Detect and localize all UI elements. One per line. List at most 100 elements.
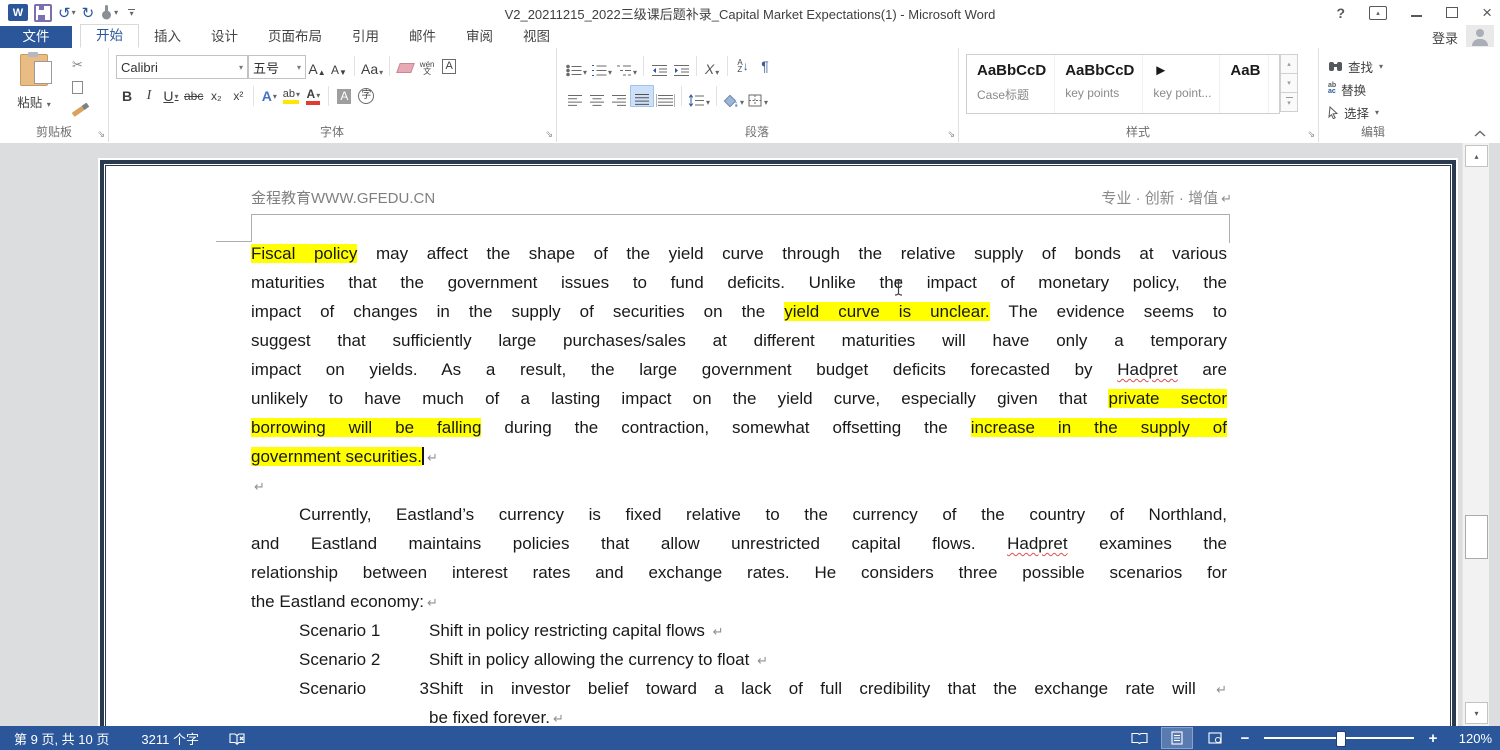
shrink-font-button[interactable]: A▼ (328, 55, 350, 77)
read-mode-button[interactable] (1124, 728, 1154, 748)
italic-button[interactable]: I (138, 85, 160, 107)
word-count-indicator[interactable]: 3211 个字 (141, 729, 199, 748)
decrease-indent-button[interactable] (648, 55, 670, 77)
numbering-button[interactable]: ▾ (589, 55, 614, 77)
style-item[interactable]: AaB (1220, 55, 1269, 113)
page[interactable]: 金程教育WWW.GFEDU.CN 专业 · 创新 · 增值↵ Fiscal po… (98, 158, 1458, 726)
align-right-button[interactable] (608, 85, 630, 107)
paragraph-dialog-launcher[interactable]: ⇘ (947, 130, 955, 139)
text-run: relationship between interest rates and … (251, 563, 1227, 582)
replace-button[interactable]: abac 替换 (1328, 79, 1366, 99)
font-name-combo[interactable]: Calibri▾ (116, 55, 248, 79)
chevron-down-icon[interactable]: ▾ (239, 63, 243, 72)
clear-formatting-button[interactable] (394, 55, 416, 77)
asian-layout-button[interactable]: X▾ (701, 55, 723, 77)
close-button[interactable]: × (1482, 3, 1492, 23)
zoom-level[interactable]: 120% (1448, 731, 1492, 746)
print-layout-button[interactable] (1162, 728, 1192, 748)
styles-scroll-up-button[interactable]: ▴ (1280, 54, 1298, 74)
strikethrough-button[interactable]: abc (182, 85, 205, 107)
change-case-button[interactable]: Aa▾ (359, 55, 385, 77)
line-spacing-button[interactable]: ▾ (686, 85, 712, 107)
restore-button[interactable] (1446, 7, 1458, 18)
styles-dialog-launcher[interactable]: ⇘ (1307, 130, 1315, 139)
help-button[interactable]: ? (1337, 5, 1346, 21)
align-center-button[interactable] (586, 85, 608, 107)
save-button[interactable] (34, 3, 52, 23)
tab-home[interactable]: 开始 (80, 24, 139, 48)
tab-insert[interactable]: 插入 (139, 26, 196, 48)
tab-view[interactable]: 视图 (508, 26, 565, 48)
style-item[interactable]: ►key point... (1143, 55, 1220, 113)
grow-font-button[interactable]: A▲ (306, 55, 328, 77)
proofing-status-button[interactable] (229, 732, 246, 745)
quick-access-toolbar: W ↺▾ ↻ ▾ ▾ (0, 3, 135, 23)
tab-design[interactable]: 设计 (196, 26, 253, 48)
collapse-ribbon-button[interactable] (1474, 130, 1486, 137)
show-marks-button[interactable]: ¶ (754, 55, 776, 77)
sign-in-link[interactable]: 登录 (1432, 28, 1458, 47)
scrollbar-thumb[interactable] (1465, 515, 1488, 559)
text-line: Fiscal policy may affect the shape of th… (251, 239, 1227, 268)
vertical-scrollbar[interactable]: ▴ ▾ (1462, 143, 1489, 726)
tab-page-layout[interactable]: 页面布局 (253, 26, 337, 48)
align-left-button[interactable] (564, 85, 586, 107)
ribbon-display-options-button[interactable]: ▴ (1369, 6, 1387, 20)
select-button[interactable]: 选择▾ (1328, 102, 1379, 122)
superscript-button[interactable]: x² (227, 85, 249, 107)
tab-references[interactable]: 引用 (337, 26, 394, 48)
font-size-combo[interactable]: 五号▾ (248, 55, 306, 79)
touch-mode-button[interactable]: ▾ (100, 3, 118, 23)
cut-button[interactable]: ✂ (72, 56, 83, 74)
redo-button[interactable]: ↻ (82, 3, 95, 23)
tab-mailings[interactable]: 邮件 (394, 26, 451, 48)
font-color-button[interactable]: A▾ (302, 85, 324, 107)
distribute-button[interactable] (654, 85, 677, 107)
styles-more-button[interactable]: ▾ (1280, 93, 1298, 112)
zoom-in-button[interactable]: + (1426, 730, 1440, 747)
sort-button[interactable]: AZ ↓ (732, 55, 754, 77)
scroll-up-button[interactable]: ▴ (1465, 145, 1488, 167)
document-body[interactable]: Fiscal policy may affect the shape of th… (251, 239, 1227, 726)
style-item[interactable]: AaBbCcDkey points (1055, 55, 1143, 113)
style-item[interactable]: AaBbCcDCase标题 (967, 55, 1055, 113)
account-avatar[interactable] (1466, 25, 1494, 47)
text-highlight-button[interactable]: ab▾ (280, 85, 302, 107)
minimize-button[interactable] (1411, 9, 1422, 17)
zoom-out-button[interactable]: − (1238, 730, 1252, 747)
zoom-slider-thumb[interactable] (1336, 731, 1346, 747)
subscript-button[interactable]: x₂ (205, 85, 227, 107)
word-logo-icon[interactable]: W (8, 4, 28, 21)
paste-button[interactable]: 粘贴 ▾ (10, 54, 58, 128)
find-button[interactable]: 查找▾ (1328, 56, 1383, 76)
phonetic-guide-button[interactable]: wén文 (416, 55, 438, 77)
multilevel-list-button[interactable]: ▾ (614, 55, 639, 77)
customize-qat-button[interactable]: ▾ (128, 9, 135, 16)
copy-button[interactable] (72, 78, 83, 96)
chevron-down-icon[interactable]: ▾ (297, 63, 301, 72)
enclose-characters-button[interactable]: 字 (355, 85, 377, 107)
format-painter-button[interactable] (72, 102, 84, 120)
increase-indent-button[interactable] (670, 55, 692, 77)
character-shading-button[interactable]: A (333, 85, 355, 107)
undo-dropdown-icon[interactable]: ▾ (72, 8, 76, 17)
underline-button[interactable]: U▾ (160, 85, 182, 107)
scroll-down-button[interactable]: ▾ (1465, 702, 1488, 724)
font-dialog-launcher[interactable]: ⇘ (545, 130, 553, 139)
tab-file[interactable]: 文件 (0, 26, 72, 48)
styles-scroll-down-button[interactable]: ▾ (1280, 74, 1298, 93)
borders-button[interactable]: ▾ (746, 85, 770, 107)
character-border-button[interactable]: A (438, 55, 460, 77)
zoom-slider[interactable] (1264, 737, 1414, 739)
undo-button[interactable]: ↺▾ (58, 3, 76, 23)
bold-button[interactable]: B (116, 85, 138, 107)
text-effects-button[interactable]: A▾ (258, 85, 280, 107)
tab-review[interactable]: 审阅 (451, 26, 508, 48)
text-run: unlikely to have much of a lasting impac… (251, 389, 1108, 408)
justify-button[interactable] (630, 85, 654, 107)
clipboard-dialog-launcher[interactable]: ⇘ (97, 130, 105, 139)
shading-button[interactable]: ▾ (721, 85, 746, 107)
web-layout-button[interactable] (1200, 728, 1230, 748)
bullets-button[interactable]: ▾ (564, 55, 589, 77)
page-number-indicator[interactable]: 第 9 页, 共 10 页 (14, 729, 109, 748)
